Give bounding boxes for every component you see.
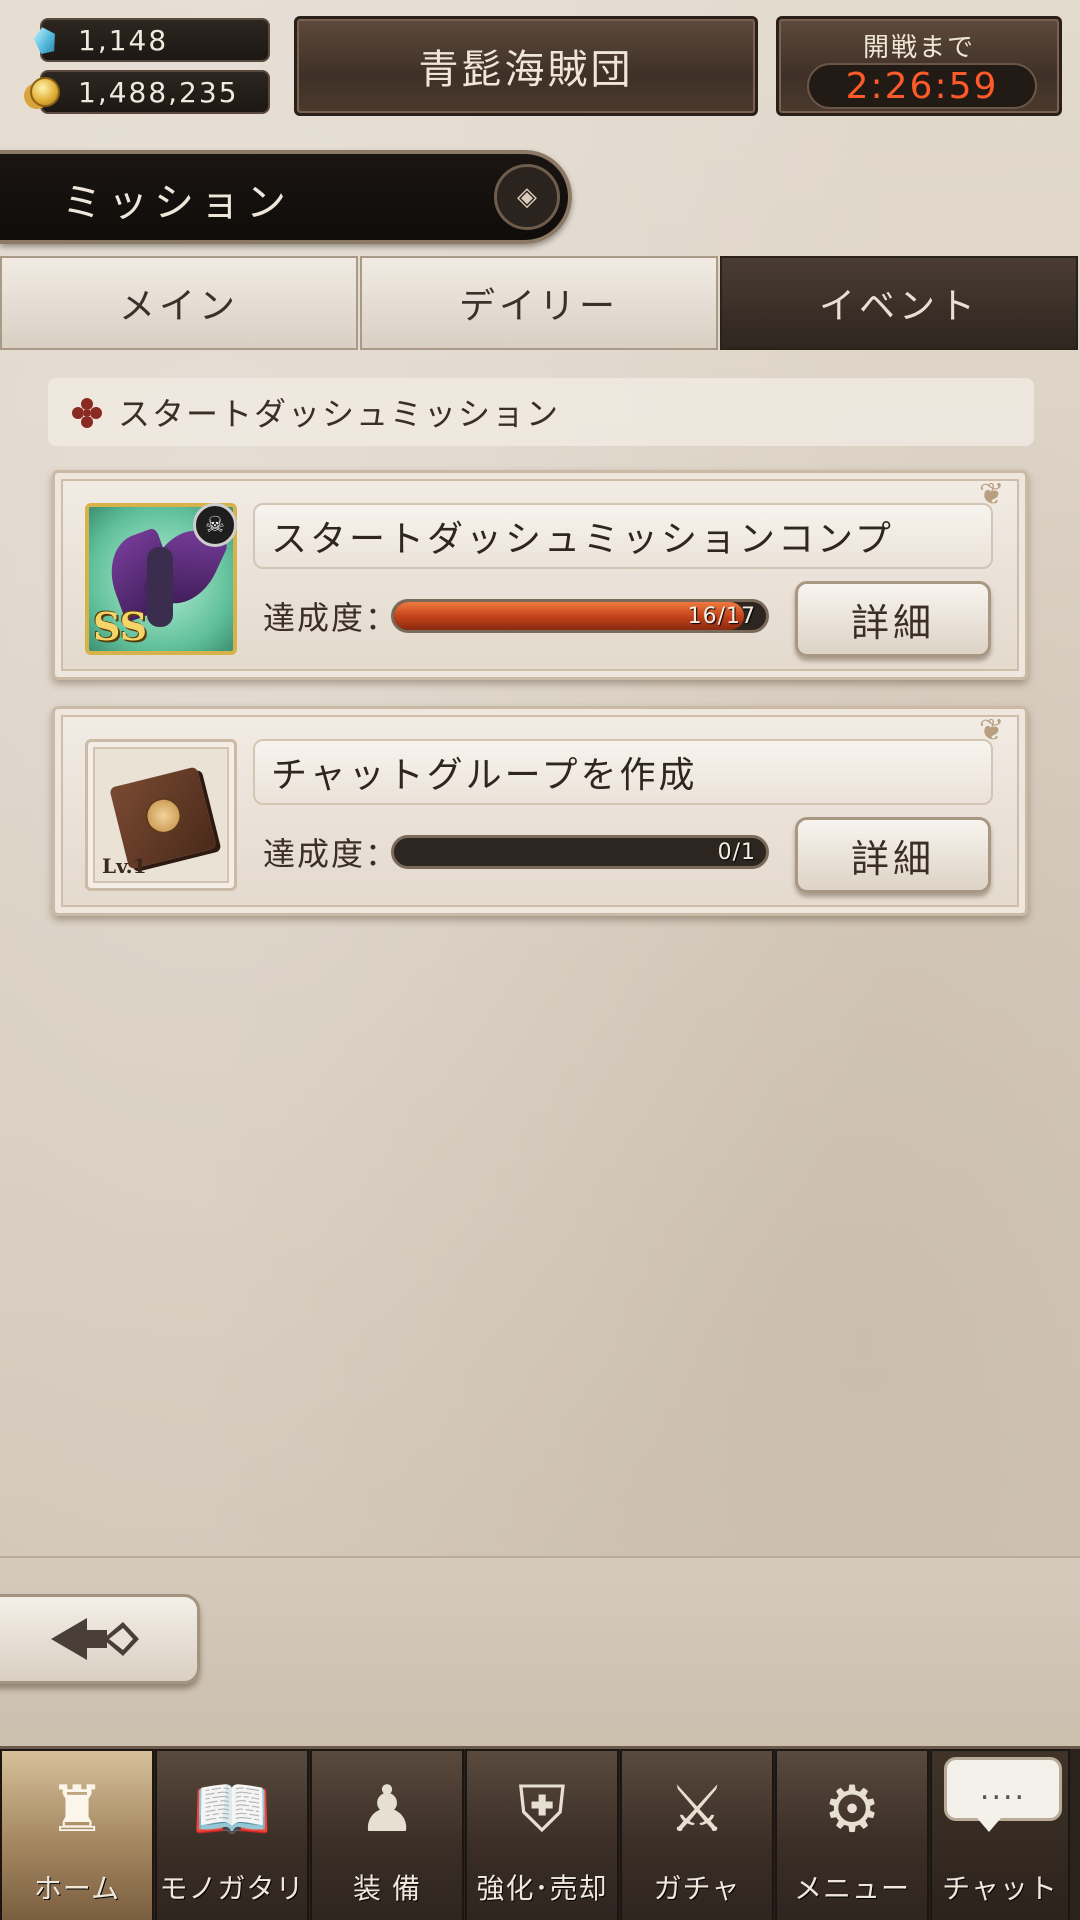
nav-menu[interactable]: ⚙ メニュー	[775, 1749, 929, 1920]
mission-card: ❦ Lv.1 チャットグループを作成 達成度： 0/1 詳細	[52, 706, 1028, 916]
detail-button[interactable]: 詳細	[795, 581, 991, 657]
nav-home[interactable]: ♜ ホーム	[0, 1749, 154, 1920]
page-header: ミッション ◈	[0, 150, 572, 244]
nav-gacha[interactable]: ⚔ ガチャ	[620, 1749, 774, 1920]
mission-title: チャットグループを作成	[253, 739, 993, 805]
mission-title: スタートダッシュミッションコンプ	[253, 503, 993, 569]
tab-main[interactable]: メイン	[0, 256, 358, 350]
gem-counter: 1,148	[40, 18, 270, 62]
nav-label: 強化･売却	[476, 1872, 608, 1905]
gem-count: 1,148	[78, 23, 169, 57]
nav-label: モノガタリ	[159, 1872, 305, 1905]
nav-label: 装 備	[353, 1872, 421, 1905]
bottom-nav: ♜ ホーム 📖 モノガタリ ♟ 装 備 ⛨ 強化･売却 ⚔ ガチャ ⚙ メニュー…	[0, 1746, 1080, 1920]
nav-label: ガチャ	[653, 1872, 741, 1905]
tab-daily[interactable]: デイリー	[360, 256, 718, 350]
section-heading: スタートダッシュミッション	[48, 378, 1034, 446]
nav-story[interactable]: 📖 モノガタリ	[155, 1749, 309, 1920]
chat-icon: ....	[944, 1757, 1062, 1832]
progress-text: 16/17	[687, 603, 756, 629]
nav-label: メニュー	[793, 1872, 910, 1905]
shield-icon: ⛨	[518, 1773, 566, 1847]
rank-badge: SS	[93, 604, 148, 649]
puppet-icon: ♟	[358, 1773, 416, 1847]
nav-equip[interactable]: ♟ 装 備	[310, 1749, 464, 1920]
section-title: スタートダッシュミッション	[118, 395, 561, 433]
guild-name-button[interactable]: 青髭海賊団	[294, 16, 758, 116]
nav-label: ホーム	[33, 1872, 121, 1905]
swords-icon: ⚔	[668, 1773, 726, 1847]
progress-bar: 0/1	[391, 835, 769, 869]
coin-count: 1,488,235	[78, 75, 239, 109]
gem-icon	[28, 23, 62, 57]
page-title: ミッション	[62, 180, 292, 226]
detail-button[interactable]: 詳細	[795, 817, 991, 893]
guild-name: 青髭海賊団	[418, 47, 634, 93]
nav-enhance[interactable]: ⛨ 強化･売却	[465, 1749, 619, 1920]
reward-thumbnail[interactable]: ☠ SS	[85, 503, 237, 655]
battle-timer[interactable]: 開戦まで 2:26:59	[776, 16, 1062, 116]
progress-label: 達成度：	[263, 835, 400, 873]
tab-event[interactable]: イベント	[720, 256, 1078, 350]
gear-icon: ⚙	[823, 1773, 881, 1847]
mission-card: ❦ ☠ SS スタートダッシュミッションコンプ 達成度： 16/17 詳細	[52, 470, 1028, 680]
book-icon: 📖	[192, 1773, 272, 1847]
coin-counter: 1,488,235	[30, 70, 270, 114]
status-bar: 1,148 1,488,235 青髭海賊団 開戦まで 2:26:59	[0, 0, 1080, 130]
timer-value: 2:26:59	[807, 63, 1037, 109]
progress-text: 0/1	[717, 839, 756, 865]
nav-label: チャット	[942, 1872, 1058, 1905]
coin-icon	[28, 75, 62, 109]
diamond-emblem-icon: ◈	[494, 164, 560, 230]
skull-icon: ☠	[193, 503, 237, 547]
back-button[interactable]	[0, 1594, 200, 1684]
back-arrow-icon	[51, 1618, 139, 1660]
level-label: Lv.1	[102, 854, 147, 878]
clover-icon	[72, 398, 102, 428]
tab-bar: メイン デイリー イベント	[0, 256, 1080, 350]
progress-bar: 16/17	[391, 599, 769, 633]
castle-icon: ♜	[48, 1773, 106, 1847]
progress-label: 達成度：	[263, 599, 400, 637]
timer-label: 開戦まで	[862, 33, 975, 63]
reward-thumbnail[interactable]: Lv.1	[85, 739, 237, 891]
nav-chat[interactable]: .... チャット	[930, 1749, 1070, 1920]
